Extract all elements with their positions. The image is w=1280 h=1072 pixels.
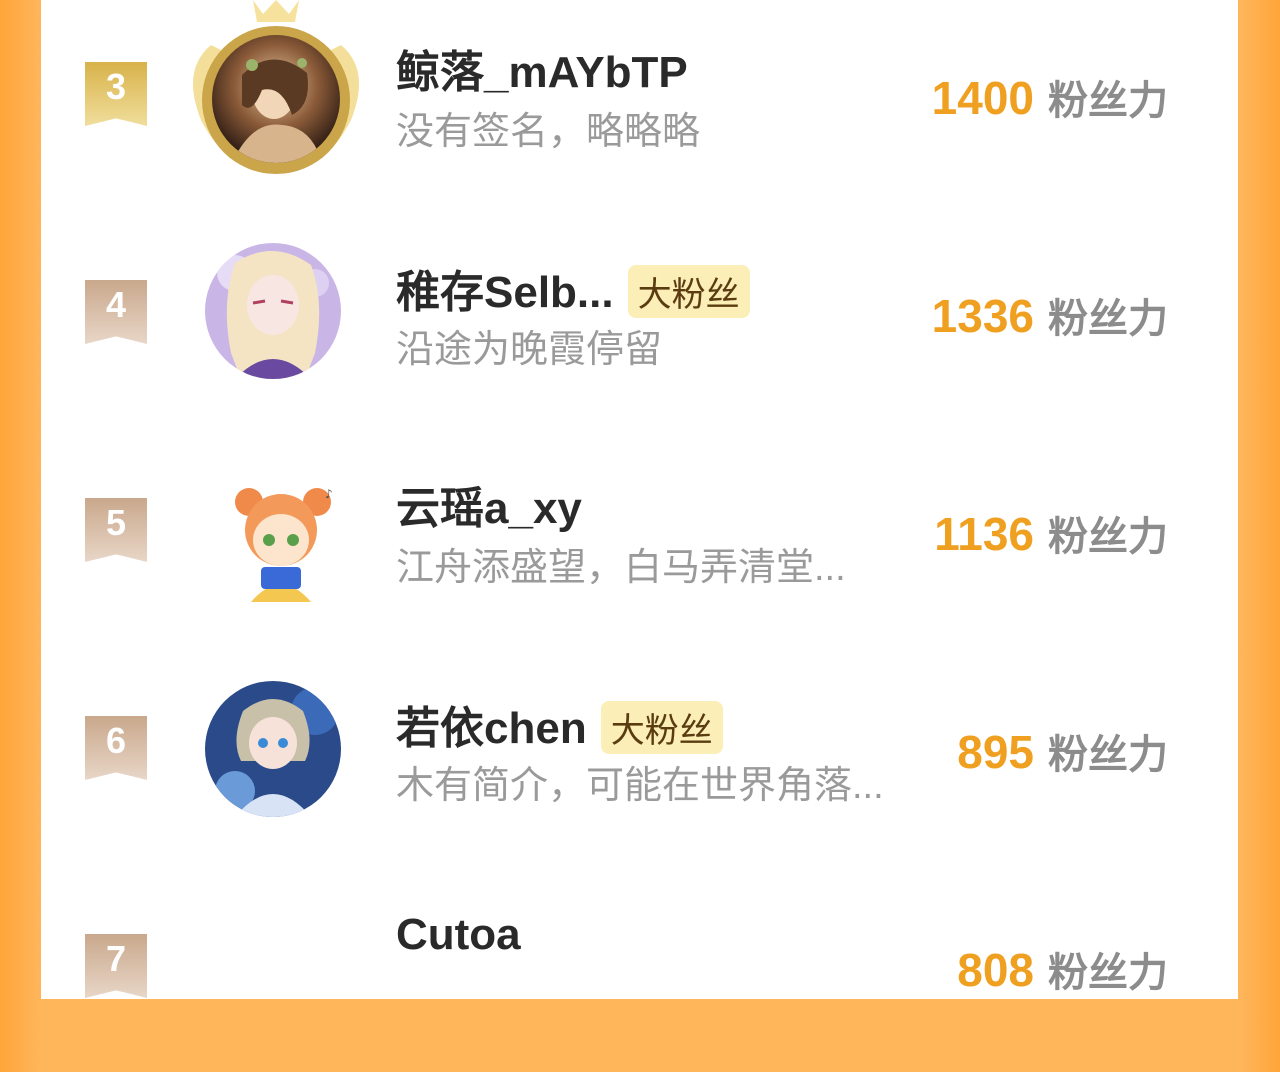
score-unit: 粉丝力 (1048, 733, 1168, 777)
fan-score: 808 粉丝力 (957, 940, 1168, 998)
avatar[interactable]: ♪ (221, 472, 341, 602)
score-value: 1136 (934, 508, 1034, 560)
user-signature: 江舟添盛望，白马弄清堂... (396, 547, 846, 589)
fan-score: 1336 粉丝力 (932, 286, 1168, 344)
score-unit: 粉丝力 (1048, 515, 1168, 559)
score-value: 808 (957, 944, 1034, 996)
score-value: 895 (957, 726, 1034, 778)
score-unit: 粉丝力 (1048, 951, 1168, 995)
score-unit: 粉丝力 (1048, 79, 1168, 123)
list-item[interactable]: 4 稚存Selb... 大粉丝 沿途为晚霞停留 1336 粉丝力 (41, 218, 1238, 418)
svg-text:♪: ♪ (325, 487, 333, 501)
rank-ribbon: 4 (85, 280, 147, 344)
avatar[interactable] (212, 35, 340, 163)
list-item[interactable]: 5 ♪ 云瑶a_xy 江舟添盛望，白马弄清堂... 1136 粉丝力 (41, 436, 1238, 636)
avatar[interactable] (205, 681, 341, 817)
fan-score: 1400 粉丝力 (932, 68, 1168, 126)
user-name[interactable]: 若依chen 大粉丝 (396, 692, 723, 758)
user-name[interactable]: 稚存Selb... 大粉丝 (396, 256, 750, 322)
rank-ribbon: 3 (85, 62, 147, 126)
list-item[interactable]: 6 若依chen 大粉丝 木有简介，可能在世界角落... 895 粉丝力 (41, 654, 1238, 854)
fan-score: 1136 粉丝力 (934, 504, 1168, 562)
score-unit: 粉丝力 (1048, 297, 1168, 341)
fan-score: 895 粉丝力 (957, 722, 1168, 780)
user-name[interactable]: Cutoa (396, 910, 521, 960)
big-fan-badge: 大粉丝 (600, 700, 723, 754)
list-item[interactable]: 7 Cutoa 808 粉丝力 (41, 872, 1238, 1072)
user-name[interactable]: 鲸落_mAYbTP (396, 36, 688, 100)
rank-ribbon: 7 (85, 934, 147, 998)
user-signature: 没有签名，略略略 (396, 111, 701, 153)
big-fan-badge: 大粉丝 (627, 264, 750, 318)
user-signature: 木有简介，可能在世界角落... (396, 765, 884, 807)
user-signature: 沿途为晚霞停留 (396, 329, 663, 371)
avatar[interactable] (205, 243, 341, 379)
rank-ribbon: 5 (85, 498, 147, 562)
score-value: 1336 (931, 290, 1034, 342)
list-item[interactable]: 3 鲸落_mAYbTP 没有签名，略略略 1400 粉丝力 (41, 0, 1238, 200)
rank-ribbon: 6 (85, 716, 147, 780)
ranking-panel: 3 鲸落_mAYbTP 没有签名，略略略 1400 粉丝力 4 稚存Selb..… (41, 0, 1238, 999)
score-value: 1400 (931, 72, 1034, 124)
user-name[interactable]: 云瑶a_xy (396, 472, 582, 536)
